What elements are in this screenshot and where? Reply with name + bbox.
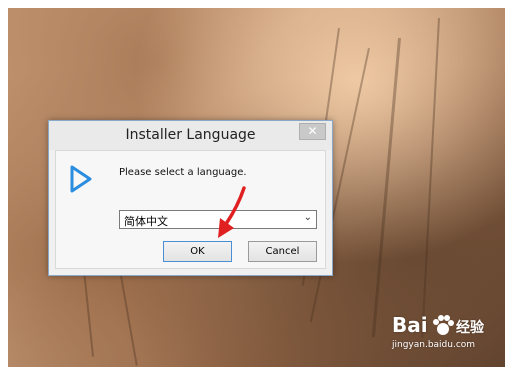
chevron-down-icon: ⌄ (303, 212, 312, 223)
ok-button[interactable]: OK (163, 241, 232, 262)
baidu-watermark: Bai 经验 jingyan.baidu.com (392, 313, 492, 355)
dialog-body: Please select a language. 简体中文 ⌄ OK Canc… (55, 150, 326, 269)
dialog-titlebar: Installer Language ✕ (49, 121, 332, 150)
cancel-button[interactable]: Cancel (248, 241, 317, 262)
language-prompt: Please select a language. (119, 167, 247, 178)
close-button[interactable]: ✕ (299, 123, 326, 140)
dialog-title: Installer Language (125, 127, 256, 143)
installer-language-dialog: Installer Language ✕ Please select a lan… (48, 120, 333, 276)
play-triangle-icon (70, 165, 92, 193)
watermark-brand-cn: 经验 (456, 320, 484, 336)
watermark-brand: Bai (392, 313, 428, 337)
watermark-url: jingyan.baidu.com (392, 340, 476, 350)
paw-icon (433, 315, 454, 335)
close-icon: ✕ (307, 124, 318, 138)
annotation-arrow (218, 186, 246, 238)
language-select-value: 简体中文 (124, 215, 168, 228)
